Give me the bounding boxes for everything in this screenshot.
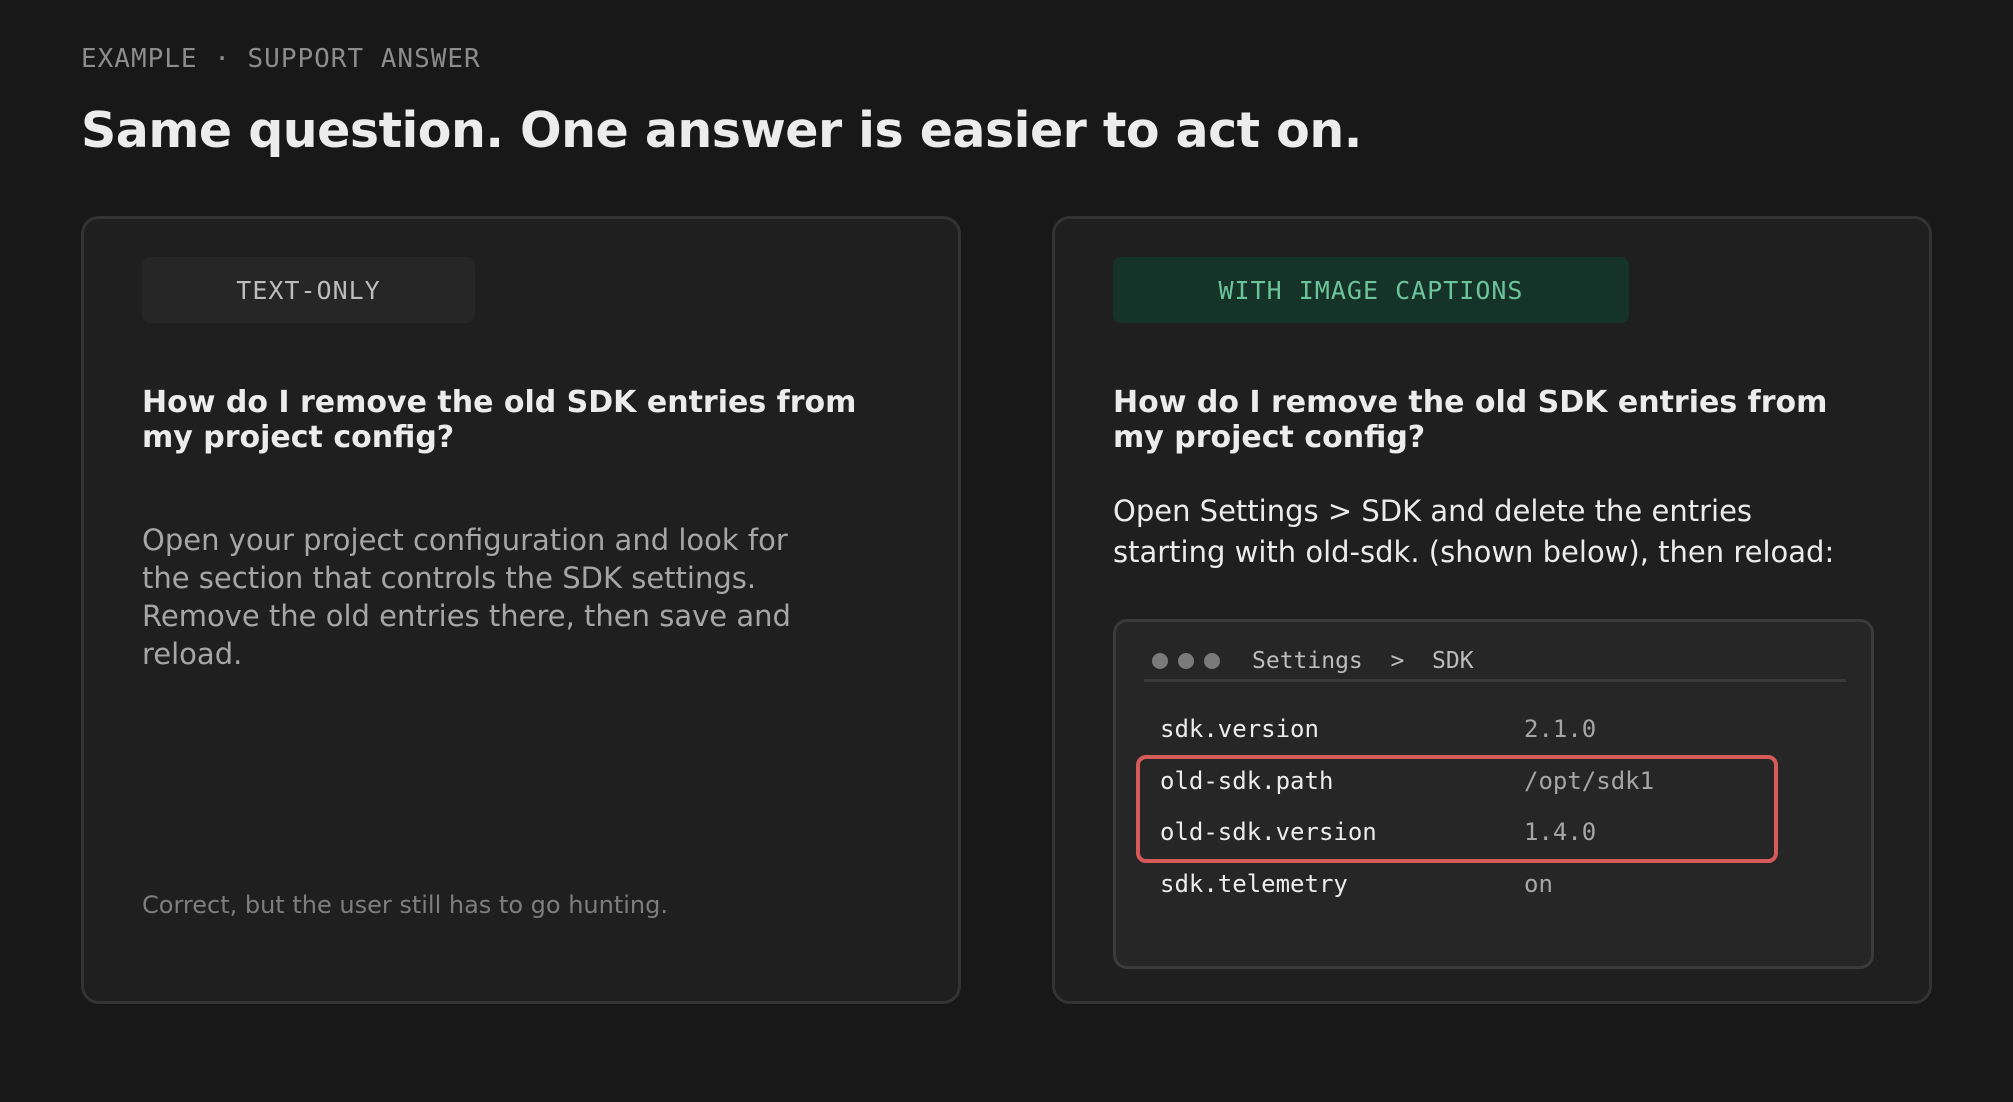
- settings-value: on: [1524, 870, 1553, 898]
- text-only-answer: Open your project configuration and look…: [142, 523, 791, 671]
- text-only-question: How do I remove the old SDK entries from…: [142, 385, 857, 455]
- window-dot-icon: [1178, 652, 1194, 669]
- screenshot-breadcrumb: Settings > SDK: [1252, 647, 1474, 674]
- settings-key: sdk.version: [1160, 715, 1319, 743]
- window-dot-icon: [1152, 652, 1168, 669]
- eyebrow-label: EXAMPLE · SUPPORT ANSWER: [81, 44, 481, 74]
- window-dot-icon: [1204, 652, 1220, 669]
- old-sdk-highlight-box: [1136, 755, 1778, 863]
- settings-screenshot: Settings > SDK sdk.version 2.1.0 old-sdk…: [1113, 619, 1874, 969]
- text-only-card: TEXT-ONLY How do I remove the old SDK en…: [81, 216, 961, 1004]
- settings-key: sdk.telemetry: [1160, 870, 1348, 898]
- settings-row: sdk.telemetry on: [1160, 864, 1820, 904]
- page-headline: Same question. One answer is easier to a…: [81, 102, 1362, 159]
- image-captions-answer: Open Settings > SDK and delete the entri…: [1113, 494, 1835, 569]
- text-only-badge: TEXT-ONLY: [142, 257, 475, 323]
- image-captions-card: WITH IMAGE CAPTIONS How do I remove the …: [1052, 216, 1932, 1004]
- settings-value: 2.1.0: [1524, 715, 1597, 743]
- text-only-footnote: Correct, but the user still has to go hu…: [142, 891, 668, 919]
- image-captions-badge: WITH IMAGE CAPTIONS: [1113, 257, 1629, 323]
- settings-row: sdk.version 2.1.0: [1160, 709, 1820, 749]
- image-captions-question: How do I remove the old SDK entries from…: [1113, 385, 1828, 455]
- screenshot-title-bar: Settings > SDK: [1144, 642, 1846, 682]
